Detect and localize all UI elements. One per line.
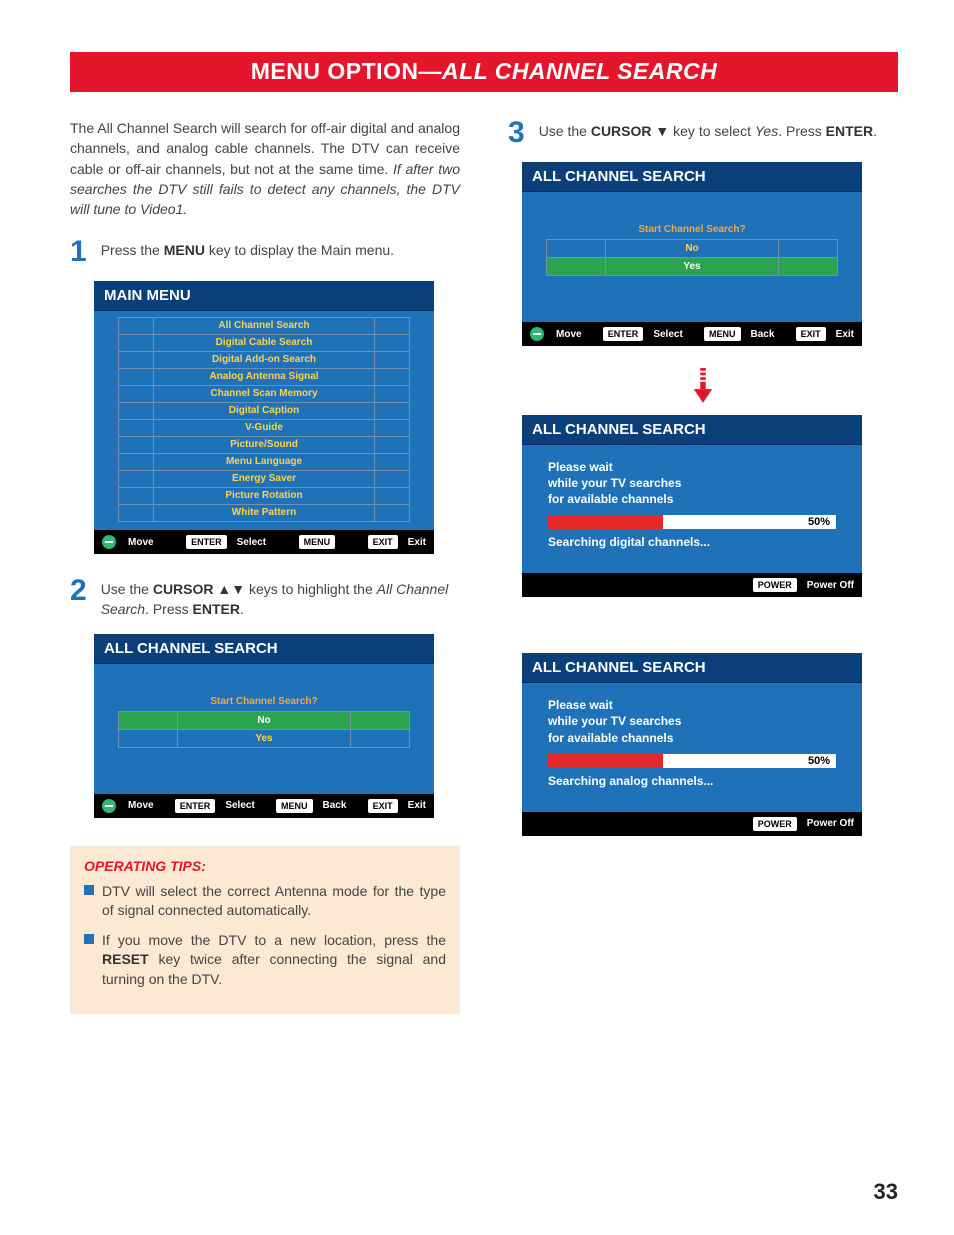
tv-progress-title: ALL CHANNEL SEARCH [522,415,862,445]
main-menu-item[interactable]: White Pattern [154,505,374,521]
main-menu-item[interactable]: All Channel Search [154,318,374,334]
main-menu-item[interactable]: V-Guide [154,420,374,436]
main-menu-list: All Channel Search Digital Cable Search … [118,317,410,522]
main-menu-item[interactable]: Picture/Sound [154,437,374,453]
option-no[interactable]: No [606,240,778,257]
tv-search-yes: ALL CHANNEL SEARCH Start Channel Search?… [522,162,862,346]
search-options: No Yes [546,239,838,276]
exit-key-hint: EXIT [368,799,398,813]
progress-percent: 50% [802,516,836,528]
arrow-down-icon [692,368,714,405]
tv-footer: Move ENTER Select MENU EXIT Exit [94,530,434,554]
search-prompt: Start Channel Search? [546,216,838,239]
tv-footer: Move ENTER Select MENU Back EXIT Exit [94,794,434,818]
progress-bar: 50% [548,754,836,768]
option-no[interactable]: No [178,712,350,729]
intro-paragraph: The All Channel Search will search for o… [70,118,460,219]
page-banner: MENU OPTION—ALL CHANNEL SEARCH [70,52,898,92]
power-key-hint: POWER [753,817,797,831]
option-yes[interactable]: Yes [178,730,350,747]
main-menu-item[interactable]: Picture Rotation [154,488,374,504]
enter-key-hint: ENTER [175,799,216,813]
enter-key-hint: ENTER [603,327,644,341]
main-menu-item[interactable]: Menu Language [154,454,374,470]
tv-footer: POWER Power Off [522,573,862,597]
exit-key-hint: EXIT [368,535,398,549]
tips-heading: OPERATING TIPS: [84,858,446,874]
tv-progress-analog: ALL CHANNEL SEARCH Please wait while you… [522,653,862,836]
main-menu-item[interactable]: Digital Add-on Search [154,352,374,368]
banner-title: ALL CHANNEL SEARCH [442,58,717,84]
search-options: No Yes [118,711,410,748]
banner-prefix: MENU OPTION— [251,58,442,84]
move-icon [530,327,544,341]
step-1: 1 Press the MENU key to display the Main… [70,237,460,267]
tv-footer: Move ENTER Select MENU Back EXIT Exit [522,322,862,346]
progress-bar: 50% [548,515,836,529]
bullet-icon [84,934,94,944]
tv-search-title: ALL CHANNEL SEARCH [522,162,862,192]
main-menu-item[interactable]: Digital Cable Search [154,335,374,351]
main-menu-item[interactable]: Energy Saver [154,471,374,487]
menu-key-hint: MENU [704,327,741,341]
tv-search-no: ALL CHANNEL SEARCH Start Channel Search?… [94,634,434,818]
tip-item: DTV will select the correct Antenna mode… [84,882,446,921]
tv-footer: POWER Power Off [522,812,862,836]
operating-tips: OPERATING TIPS: DTV will select the corr… [70,846,460,1014]
progress-status: Searching digital channels... [548,535,836,549]
exit-key-hint: EXIT [796,327,826,341]
progress-status: Searching analog channels... [548,774,836,788]
tv-progress-title: ALL CHANNEL SEARCH [522,653,862,683]
step-2-number: 2 [70,576,87,619]
menu-key-hint: MENU [276,799,313,813]
search-prompt: Start Channel Search? [118,688,410,711]
step-2: 2 Use the CURSOR ▲▼ keys to highlight th… [70,576,460,619]
tv-progress-digital: ALL CHANNEL SEARCH Please wait while you… [522,415,862,598]
page-number: 33 [874,1179,898,1205]
step-3: 3 Use the CURSOR ▼ key to select Yes. Pr… [508,118,898,148]
enter-key-hint: ENTER [186,535,227,549]
tv-main-menu-title: MAIN MENU [94,281,434,311]
power-key-hint: POWER [753,578,797,592]
main-menu-item[interactable]: Channel Scan Memory [154,386,374,402]
tv-search-title: ALL CHANNEL SEARCH [94,634,434,664]
move-icon [102,799,116,813]
step-1-number: 1 [70,237,87,267]
bullet-icon [84,885,94,895]
tv-main-menu: MAIN MENU All Channel Search Digital Cab… [94,281,434,554]
progress-percent: 50% [802,755,836,767]
option-yes[interactable]: Yes [606,258,778,275]
menu-key-hint: MENU [299,535,336,549]
tip-item: If you move the DTV to a new location, p… [84,931,446,990]
main-menu-item[interactable]: Analog Antenna Signal [154,369,374,385]
main-menu-item[interactable]: Digital Caption [154,403,374,419]
move-icon [102,535,116,549]
step-3-number: 3 [508,118,525,148]
